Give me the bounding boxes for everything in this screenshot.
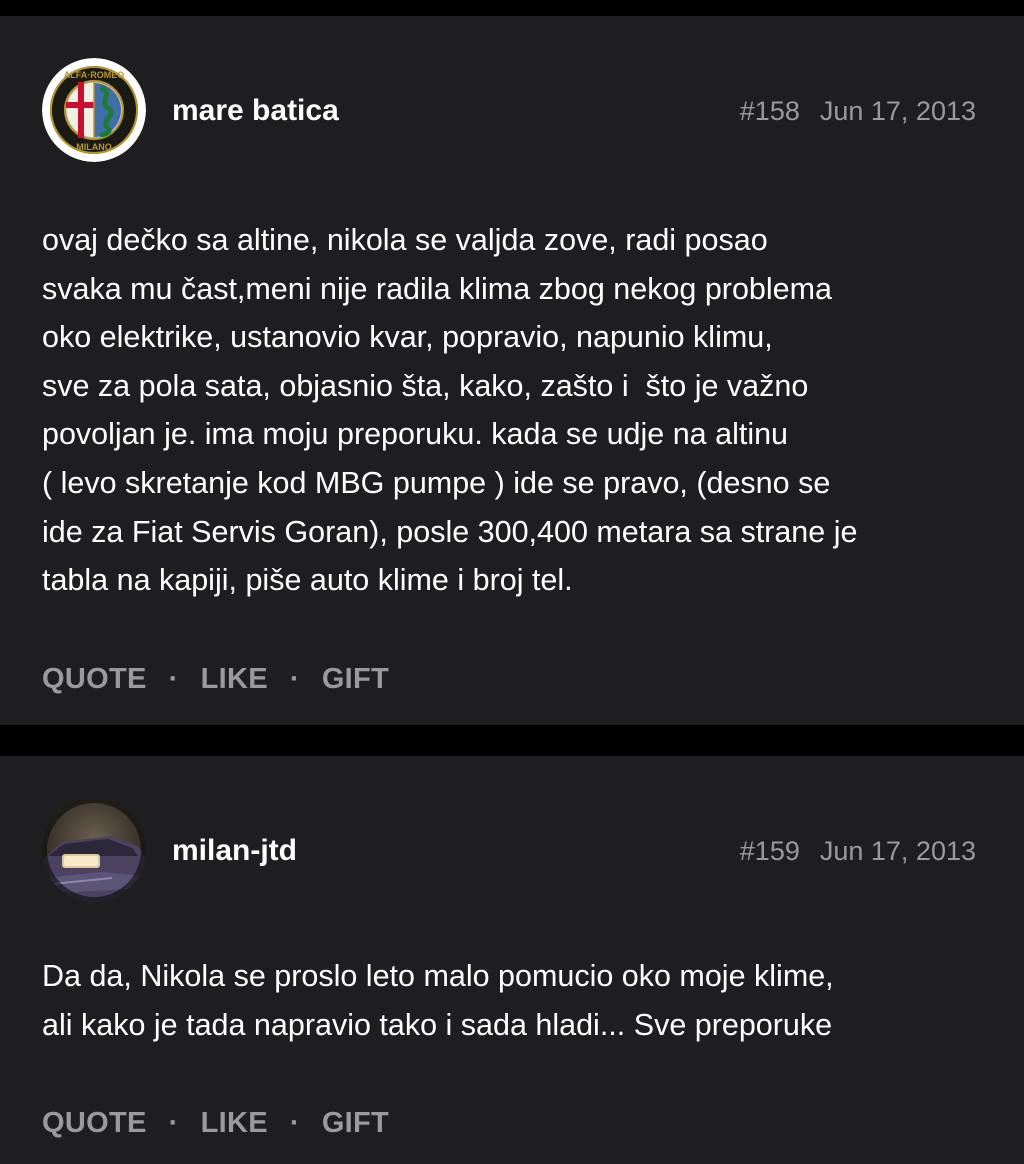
post-body: Da da, Nikola se proslo leto malo pomuci…	[42, 952, 994, 1049]
action-separator: ·	[168, 1107, 179, 1139]
post-body-line: oko elektrike, ustanovio kvar, popravio,…	[42, 320, 773, 355]
avatar[interactable]: ALFA·ROMEO MILANO	[42, 58, 146, 162]
svg-text:ALFA·ROMEO: ALFA·ROMEO	[64, 70, 125, 80]
post-body-line: povoljan je. ima moju preporuku. kada se…	[42, 417, 789, 452]
post-date[interactable]: Jun 17, 2013	[820, 836, 976, 866]
post-body-line: ali kako je tada napravio tako i sada hl…	[42, 1007, 833, 1042]
avatar[interactable]	[42, 798, 146, 902]
post-header: milan-jtd #159 Jun 17, 2013	[0, 756, 1024, 946]
gift-button[interactable]: GIFT	[322, 1107, 389, 1139]
gift-button[interactable]: GIFT	[322, 663, 389, 695]
post: ALFA·ROMEO MILANO mare batica #158 Jun 17…	[0, 16, 1024, 725]
alfa-romeo-badge-icon: ALFA·ROMEO MILANO	[42, 58, 146, 162]
post-body-line: ide za Fiat Servis Goran), posle 300,400…	[42, 514, 858, 549]
quote-button[interactable]: QUOTE	[42, 663, 147, 695]
post-body-line: ( levo skretanje kod MBG pumpe ) ide se …	[42, 465, 831, 500]
post-body-line: tabla na kapiji, piše auto klime i broj …	[42, 563, 573, 598]
post-body-line: Da da, Nikola se proslo leto malo pomuci…	[42, 959, 834, 993]
action-separator: ·	[289, 663, 300, 695]
post-number[interactable]: #158	[740, 96, 800, 126]
post-body: ovaj dečko sa altine, nikola se valjda z…	[42, 216, 994, 605]
post-body-line: ovaj dečko sa altine, nikola se valjda z…	[42, 223, 768, 257]
like-button[interactable]: LIKE	[201, 1107, 268, 1139]
action-separator: ·	[168, 663, 179, 695]
post-actions: QUOTE · LIKE · GIFT	[42, 1106, 389, 1140]
post-body-line: sve za pola sata, objasnio šta, kako, za…	[42, 368, 809, 403]
username[interactable]: milan-jtd	[172, 834, 297, 868]
post-meta: #158 Jun 17, 2013	[740, 94, 976, 128]
post-meta: #159 Jun 17, 2013	[740, 834, 976, 868]
svg-text:MILANO: MILANO	[76, 142, 112, 152]
like-button[interactable]: LIKE	[201, 663, 268, 695]
action-separator: ·	[289, 1107, 300, 1139]
post-number[interactable]: #159	[740, 836, 800, 866]
post-header: ALFA·ROMEO MILANO mare batica #158 Jun 17…	[0, 16, 1024, 206]
thread: ALFA·ROMEO MILANO mare batica #158 Jun 17…	[0, 0, 1024, 1164]
username[interactable]: mare batica	[172, 94, 339, 128]
post: milan-jtd #159 Jun 17, 2013 Da da, Nikola…	[0, 756, 1024, 1164]
post-date[interactable]: Jun 17, 2013	[820, 96, 976, 126]
quote-button[interactable]: QUOTE	[42, 1107, 147, 1139]
post-actions: QUOTE · LIKE · GIFT	[42, 662, 389, 696]
car-photo-icon	[42, 798, 146, 902]
post-body-line: svaka mu čast,meni nije radila klima zbo…	[42, 271, 832, 306]
